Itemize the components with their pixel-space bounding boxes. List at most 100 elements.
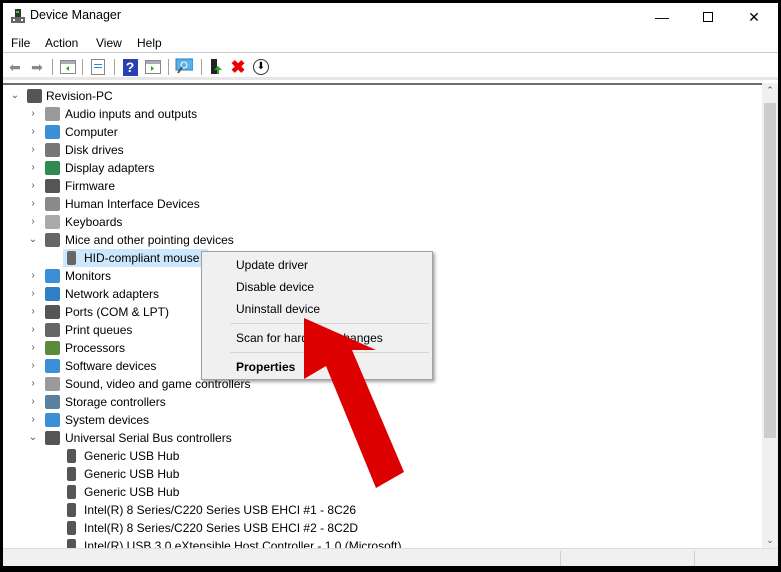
uninstall-icon[interactable]: ✖ — [229, 57, 247, 77]
speaker-icon — [45, 107, 60, 121]
device-item[interactable]: Generic USB Hub — [63, 483, 743, 501]
tree-category[interactable]: › Keyboards — [3, 213, 743, 231]
tree-category[interactable]: › Disk drives — [3, 141, 743, 159]
chevron-right-icon[interactable]: › — [28, 393, 38, 411]
category-label: Firmware — [65, 179, 115, 193]
scan-hardware-icon[interactable] — [175, 58, 193, 76]
device-item[interactable]: Intel(R) 8 Series/C220 Series USB EHCI #… — [63, 501, 743, 519]
tree-category[interactable]: › Firmware — [3, 177, 743, 195]
cpu-icon — [45, 341, 60, 355]
menu-separator — [230, 352, 429, 353]
chevron-right-icon[interactable]: › — [28, 195, 38, 213]
menu-item-scan-for-hardware-changes[interactable]: Scan for hardware changes — [236, 331, 383, 345]
close-button[interactable]: ✕ — [731, 3, 777, 31]
scroll-up-icon[interactable]: ⌃ — [762, 85, 778, 96]
menu-action[interactable]: Action — [45, 36, 78, 50]
menu-item-uninstall-device[interactable]: Uninstall device — [236, 302, 320, 316]
chevron-right-icon[interactable]: › — [28, 159, 38, 177]
device-item[interactable]: Intel(R) USB 3.0 eXtensible Host Control… — [63, 537, 743, 548]
maximize-button[interactable] — [685, 3, 731, 31]
scroll-down-icon[interactable]: ⌄ — [762, 535, 778, 546]
chevron-right-icon[interactable]: › — [28, 105, 38, 123]
chevron-down-icon[interactable]: ⌄ — [28, 429, 38, 447]
category-label: Disk drives — [65, 143, 124, 157]
device-label: Generic USB Hub — [84, 467, 180, 481]
menu-separator — [230, 323, 429, 324]
category-label: Storage controllers — [65, 395, 166, 409]
category-label: Universal Serial Bus controllers — [65, 431, 232, 445]
tree-category[interactable]: ⌄ Mice and other pointing devices — [3, 231, 743, 249]
hid-icon — [45, 197, 60, 211]
scrollbar-thumb[interactable] — [764, 103, 776, 438]
device-item[interactable]: Generic USB Hub — [63, 465, 743, 483]
forward-icon[interactable]: ➡ — [28, 58, 46, 76]
menu-item-disable-device[interactable]: Disable device — [236, 280, 314, 294]
storage-icon — [45, 395, 60, 409]
chevron-right-icon[interactable]: › — [28, 123, 38, 141]
menu-file[interactable]: File — [11, 36, 30, 50]
tree-category[interactable]: › Display adapters — [3, 159, 743, 177]
properties-icon[interactable] — [89, 58, 107, 76]
category-label: System devices — [65, 413, 150, 427]
tree-category[interactable]: › Storage controllers — [3, 393, 743, 411]
usb-icon — [67, 485, 76, 499]
tree-category[interactable]: › Computer — [3, 123, 743, 141]
category-label: Display adapters — [65, 161, 155, 175]
maximize-icon — [703, 12, 713, 22]
usb-icon — [67, 449, 76, 463]
chevron-right-icon[interactable]: › — [28, 375, 38, 393]
software-device-icon — [45, 359, 60, 373]
status-bar — [3, 548, 778, 566]
device-label: HID-compliant mouse — [84, 251, 200, 265]
action-pane-icon[interactable] — [144, 58, 162, 76]
menu-view[interactable]: View — [96, 36, 122, 50]
category-label: Keyboards — [65, 215, 123, 229]
mouse-icon — [45, 233, 60, 247]
minimize-icon: — — [655, 9, 669, 25]
device-label: Generic USB Hub — [84, 485, 180, 499]
context-menu: Update driver Disable device Uninstall d… — [201, 251, 433, 380]
update-driver-icon[interactable] — [207, 58, 225, 76]
menu-item-update-driver[interactable]: Update driver — [236, 258, 308, 272]
chevron-down-icon[interactable]: ⌄ — [10, 87, 20, 105]
tree-category[interactable]: › System devices — [3, 411, 743, 429]
vertical-scrollbar[interactable]: ⌃ ⌄ — [762, 83, 778, 548]
device-item[interactable]: Intel(R) 8 Series/C220 Series USB EHCI #… — [63, 519, 743, 537]
chevron-right-icon[interactable]: › — [28, 303, 38, 321]
category-label: Computer — [65, 125, 118, 139]
tree-category[interactable]: ⌄ Universal Serial Bus controllers — [3, 429, 743, 447]
disable-icon[interactable]: ⬇ — [252, 58, 270, 76]
menu-help[interactable]: Help — [137, 36, 162, 50]
device-manager-icon — [11, 9, 25, 23]
show-hide-console-tree-icon[interactable] — [59, 58, 77, 76]
network-icon — [45, 287, 60, 301]
device-item[interactable]: Generic USB Hub — [63, 447, 743, 465]
help-icon[interactable]: ? — [121, 58, 139, 76]
device-label: Intel(R) USB 3.0 eXtensible Host Control… — [84, 539, 402, 548]
chevron-right-icon[interactable]: › — [28, 285, 38, 303]
tree-category[interactable]: › Human Interface Devices — [3, 195, 743, 213]
tree-root[interactable]: ⌄ Revision-PC — [3, 87, 743, 105]
category-label: Mice and other pointing devices — [65, 233, 234, 247]
chevron-right-icon[interactable]: › — [28, 267, 38, 285]
tree-category[interactable]: › Audio inputs and outputs — [3, 105, 743, 123]
printer-icon — [45, 323, 60, 337]
device-item[interactable]: HID-compliant mouse — [63, 249, 208, 267]
category-label: Audio inputs and outputs — [65, 107, 198, 121]
back-icon[interactable]: ⬅ — [6, 58, 24, 76]
chevron-right-icon[interactable]: › — [28, 357, 38, 375]
chevron-right-icon[interactable]: › — [28, 177, 38, 195]
chevron-right-icon[interactable]: › — [28, 321, 38, 339]
chevron-right-icon[interactable]: › — [28, 141, 38, 159]
menu-item-properties[interactable]: Properties — [236, 360, 295, 374]
minimize-button[interactable]: — — [639, 3, 685, 31]
chevron-right-icon[interactable]: › — [28, 339, 38, 357]
disk-icon — [45, 143, 60, 157]
title-bar: Device Manager — ✕ — [3, 3, 778, 31]
mouse-icon — [67, 251, 76, 265]
chevron-right-icon[interactable]: › — [28, 213, 38, 231]
chevron-right-icon[interactable]: › — [28, 411, 38, 429]
chip-icon — [45, 179, 60, 193]
device-label: Generic USB Hub — [84, 449, 180, 463]
chevron-down-icon[interactable]: ⌄ — [28, 231, 38, 249]
